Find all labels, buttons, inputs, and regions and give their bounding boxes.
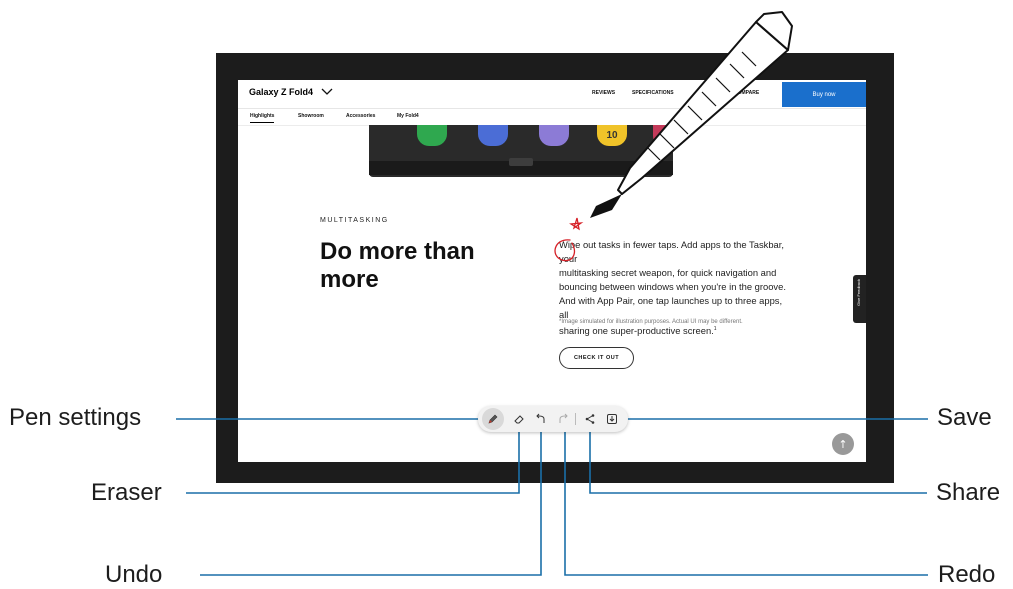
callout-eraser: Eraser: [91, 479, 162, 506]
toolbar-separator: [575, 413, 576, 425]
callout-undo: Undo: [105, 561, 163, 588]
callout-redo: Redo: [938, 561, 996, 588]
redo-leader-line: [564, 423, 928, 576]
save-icon: [607, 414, 617, 424]
undo-icon: [536, 413, 545, 423]
callout-save: Save: [937, 404, 992, 431]
eraser-button[interactable]: [508, 408, 530, 430]
screen-write-toolbar: [478, 406, 628, 432]
save-button[interactable]: [601, 408, 623, 430]
undo-leader-line: [200, 423, 542, 576]
callout-pen-settings: Pen settings: [9, 404, 142, 431]
s-pen-stylus: [590, 11, 793, 218]
undo-button[interactable]: [530, 408, 552, 430]
share-leader-line: [589, 423, 927, 494]
pen-icon: [488, 414, 498, 424]
share-button[interactable]: [579, 408, 601, 430]
callout-share: Share: [936, 479, 1001, 506]
redo-button[interactable]: [552, 408, 574, 430]
eraser-icon: [514, 415, 524, 424]
redo-icon: [559, 413, 568, 423]
eraser-leader-line: [186, 423, 520, 494]
pen-settings-button[interactable]: [482, 408, 504, 430]
share-icon: [585, 414, 595, 424]
